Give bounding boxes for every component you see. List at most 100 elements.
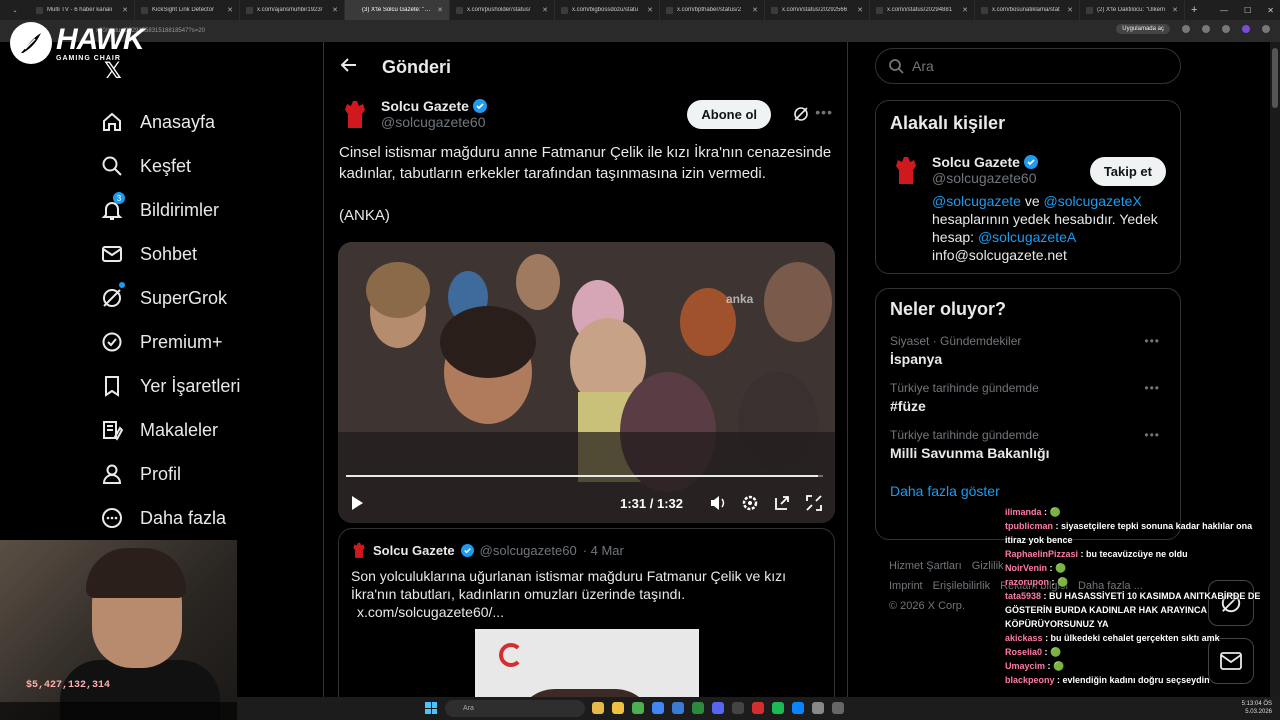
app-icon[interactable] bbox=[752, 702, 764, 714]
close-tab-icon[interactable]: ✕ bbox=[122, 6, 128, 14]
close-tab-icon[interactable]: ✕ bbox=[752, 6, 758, 14]
avatar[interactable] bbox=[339, 98, 371, 130]
more-options-icon[interactable]: ••• bbox=[1144, 428, 1160, 442]
extensions-icon[interactable] bbox=[1222, 25, 1230, 33]
app-icon[interactable] bbox=[792, 702, 804, 714]
video-player[interactable]: anka 1:31 / 1:32 bbox=[338, 242, 835, 523]
profile-avatar-icon[interactable] bbox=[1242, 25, 1250, 33]
sidebar-item-more[interactable]: Daha fazla bbox=[100, 496, 300, 540]
address-bar[interactable]: x60/status/2029155831518818547?s=20 Uygu… bbox=[0, 20, 1280, 42]
chat-username[interactable]: razorupon bbox=[1005, 577, 1049, 587]
browser-tab[interactable]: x.com/bpthaber/status/2 ✕ bbox=[660, 0, 765, 20]
browser-tab[interactable]: x.com/pusholder/status/✕ bbox=[450, 0, 555, 20]
browser-tab[interactable]: (2) X'te Daktilocu: "Ülkem ✕ bbox=[1080, 0, 1185, 20]
close-tab-icon[interactable]: ✕ bbox=[962, 6, 968, 14]
sidebar-item-profile[interactable]: Profil bbox=[100, 452, 300, 496]
sidebar-item-grok[interactable]: SuperGrok bbox=[100, 276, 300, 320]
chat-username[interactable]: Roselia0 bbox=[1005, 647, 1042, 657]
browser-tab[interactable]: x.com/bosunatiklama/stat ✕ bbox=[975, 0, 1080, 20]
settings-gear-icon[interactable] bbox=[741, 494, 759, 512]
trend-item[interactable]: Siyaset · Gündemdekiler İspanya ••• bbox=[890, 334, 1166, 367]
browser-tab[interactable]: x.com/i/status/20292566 ✕ bbox=[765, 0, 870, 20]
related-name[interactable]: Solcu Gazete bbox=[932, 154, 1020, 170]
quote-link[interactable]: x.com/solcugazete60/... bbox=[351, 603, 822, 621]
bio-link[interactable]: @solcugazete bbox=[932, 193, 1021, 209]
app-icon[interactable] bbox=[592, 702, 604, 714]
app-icon[interactable] bbox=[732, 702, 744, 714]
chat-username[interactable]: tata5938 bbox=[1005, 591, 1041, 601]
close-tab-icon[interactable]: ✕ bbox=[542, 6, 548, 14]
new-tab-icon[interactable]: + bbox=[1191, 4, 1197, 16]
sidebar-item-home[interactable]: Anasayfa bbox=[100, 100, 300, 144]
spotify-icon[interactable] bbox=[772, 702, 784, 714]
browser-tab[interactable]: KickSight Link Detector ✕ bbox=[135, 0, 240, 20]
search-input[interactable]: Ara bbox=[875, 48, 1181, 84]
sidebar-item-articles[interactable]: Makaleler bbox=[100, 408, 300, 452]
sidebar-item-bookmark[interactable]: Yer İşaretleri bbox=[100, 364, 300, 408]
close-tab-icon[interactable]: ✕ bbox=[857, 6, 863, 14]
close-tab-icon[interactable]: ✕ bbox=[647, 6, 653, 14]
tab-search-icon[interactable]: ⌄ bbox=[0, 7, 30, 14]
volume-icon[interactable] bbox=[709, 494, 727, 512]
bio-link[interactable]: @solcugazeteX bbox=[1044, 193, 1142, 209]
close-tab-icon[interactable]: ✕ bbox=[437, 6, 443, 14]
pip-icon[interactable] bbox=[773, 494, 791, 512]
taskbar-search[interactable]: Ara bbox=[445, 700, 585, 717]
more-options-icon[interactable]: ••• bbox=[815, 104, 833, 120]
chat-username[interactable]: NoirVenin bbox=[1005, 563, 1047, 573]
close-tab-icon[interactable]: ✕ bbox=[1067, 6, 1073, 14]
close-tab-icon[interactable]: ✕ bbox=[227, 6, 233, 14]
chat-username[interactable]: Umaycim bbox=[1005, 661, 1045, 671]
footer-link[interactable]: Imprint bbox=[889, 580, 923, 592]
chat-username[interactable]: blackpeony bbox=[1005, 675, 1055, 685]
footer-link[interactable]: Erişilebilirlik bbox=[933, 580, 990, 592]
fullscreen-icon[interactable] bbox=[805, 494, 823, 512]
app-icon[interactable] bbox=[632, 702, 644, 714]
folder-icon[interactable] bbox=[612, 702, 624, 714]
footer-link[interactable]: Hizmet Şartları bbox=[889, 560, 962, 572]
quoted-post[interactable]: Solcu Gazete @solcugazete60 · 4 Mar Son … bbox=[338, 528, 835, 720]
close-tab-icon[interactable]: ✕ bbox=[1172, 6, 1178, 14]
chat-username[interactable]: akickass bbox=[1005, 633, 1043, 643]
more-options-icon[interactable]: ••• bbox=[1144, 381, 1160, 395]
trend-item[interactable]: Türkiye tarihinde gündemde Milli Savunma … bbox=[890, 428, 1166, 461]
discord-icon[interactable] bbox=[712, 702, 724, 714]
taskbar-clock[interactable]: 5:13:04 ÖS 5.03.2026 bbox=[1242, 700, 1272, 716]
sidebar-item-premium[interactable]: Premium+ bbox=[100, 320, 300, 364]
browser-tab[interactable]: (3) X'te Solcu Gazete: "Cin ✕ bbox=[345, 0, 450, 20]
close-window-icon[interactable]: ✕ bbox=[1267, 6, 1274, 15]
bio-link[interactable]: @solcugazeteA bbox=[978, 229, 1076, 245]
close-tab-icon[interactable]: ✕ bbox=[332, 6, 338, 14]
sidebar-item-search[interactable]: Keşfet bbox=[100, 144, 300, 188]
footer-link[interactable]: © 2026 X Corp. bbox=[889, 600, 965, 612]
back-arrow-icon[interactable] bbox=[340, 56, 358, 79]
footer-link[interactable]: Gizlilik bbox=[972, 560, 1004, 572]
browser-tab[interactable]: x.com/ajansmuhbir1923/✕ bbox=[240, 0, 345, 20]
subscribe-button[interactable]: Abone ol bbox=[687, 100, 771, 129]
chrome-icon[interactable] bbox=[652, 702, 664, 714]
minimize-icon[interactable]: — bbox=[1220, 6, 1228, 15]
windows-start-icon[interactable] bbox=[425, 702, 437, 714]
more-options-icon[interactable]: ••• bbox=[1144, 334, 1160, 348]
app-icon[interactable] bbox=[832, 702, 844, 714]
maximize-icon[interactable]: ☐ bbox=[1244, 6, 1251, 15]
video-progress-bar[interactable] bbox=[346, 475, 823, 477]
menu-icon[interactable] bbox=[1262, 25, 1270, 33]
quote-author-name[interactable]: Solcu Gazete bbox=[373, 543, 455, 558]
trend-item[interactable]: Türkiye tarihinde gündemde #füze ••• bbox=[890, 381, 1166, 414]
avatar[interactable] bbox=[890, 154, 922, 186]
sidebar-item-mail[interactable]: Sohbet bbox=[100, 232, 300, 276]
show-more-link[interactable]: Daha fazla göster bbox=[890, 483, 1166, 499]
zoom-icon[interactable] bbox=[1182, 25, 1190, 33]
browser-tab[interactable]: x.com/bigbossdozu/statu ✕ bbox=[555, 0, 660, 20]
chat-username[interactable]: RaphaelinPizzasi bbox=[1005, 549, 1078, 559]
browser-tab[interactable]: x.com/i/status/20294881 ✕ bbox=[870, 0, 975, 20]
play-icon[interactable] bbox=[350, 495, 364, 511]
chat-username[interactable]: ilimanda bbox=[1005, 507, 1042, 517]
app-icon[interactable] bbox=[812, 702, 824, 714]
app-icon[interactable] bbox=[692, 702, 704, 714]
chat-username[interactable]: tpublicman bbox=[1005, 521, 1053, 531]
grok-icon[interactable] bbox=[793, 106, 809, 127]
app-icon[interactable] bbox=[672, 702, 684, 714]
browser-tab[interactable]: Multi TV - 6 haber kanalı ✕ bbox=[30, 0, 135, 20]
